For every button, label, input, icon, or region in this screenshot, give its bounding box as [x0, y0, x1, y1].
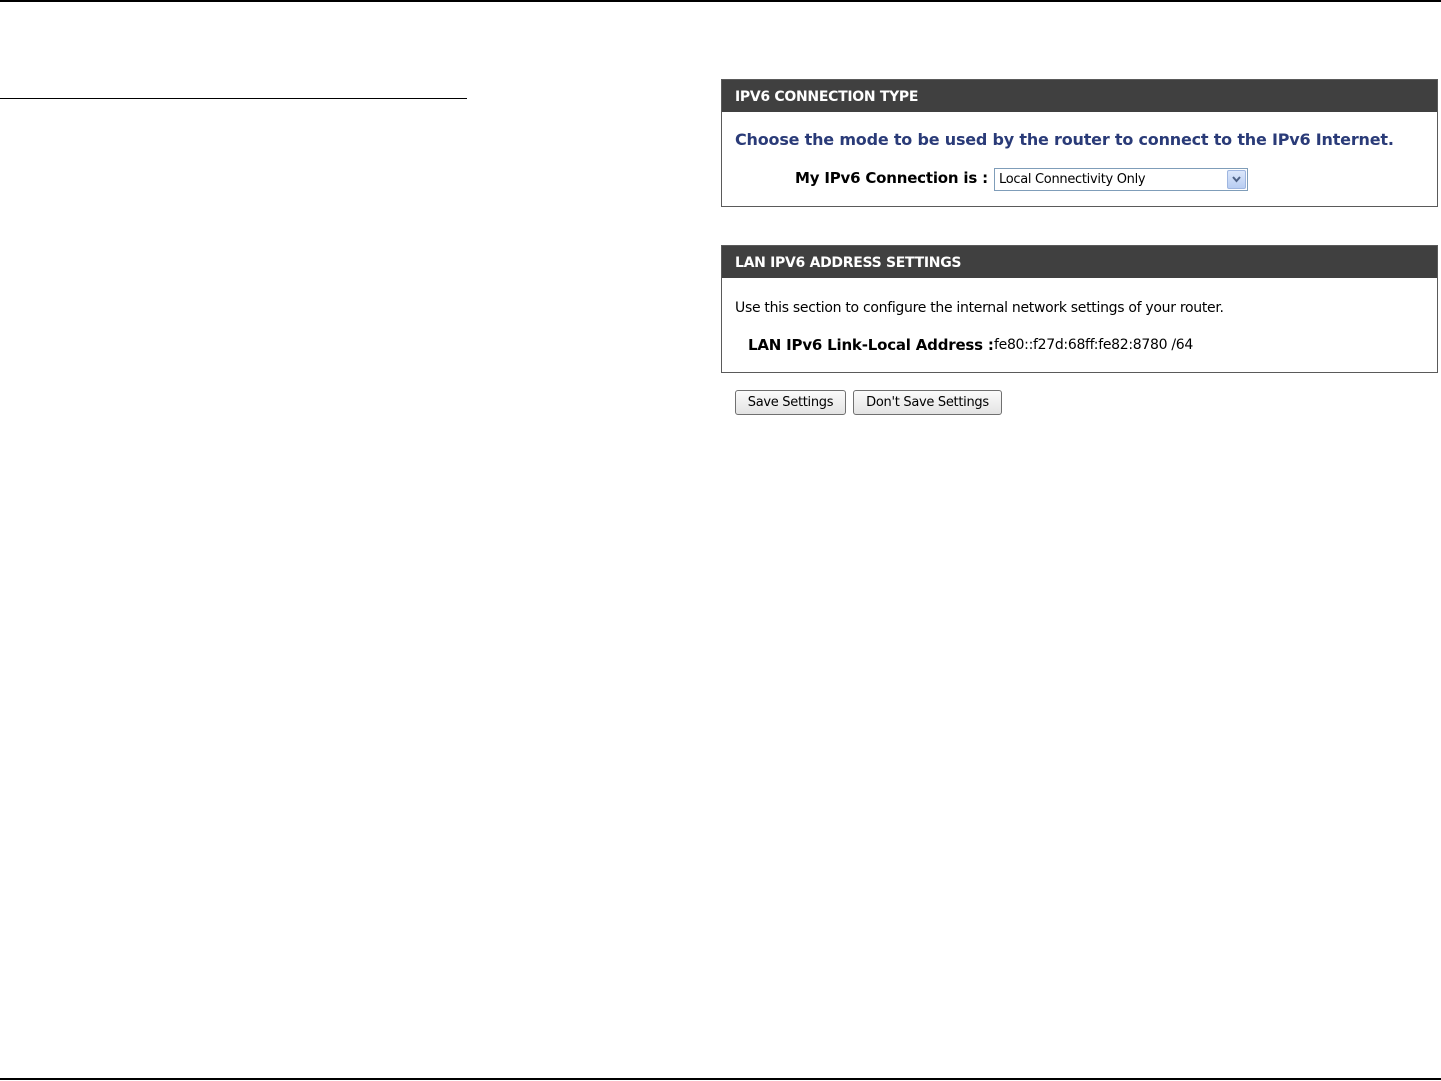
bottom-divider [0, 1078, 1441, 1080]
save-settings-button[interactable]: Save Settings [735, 390, 846, 415]
link-local-address-label: LAN IPv6 Link-Local Address : [748, 336, 994, 354]
connection-type-label: My IPv6 Connection is : [795, 169, 988, 187]
ipv6-connection-type-header: IPV6 CONNECTION TYPE [722, 80, 1437, 112]
link-local-address-value: fe80::f27d:68ff:fe82:8780 /64 [994, 337, 1194, 353]
page: IPV6 CONNECTION TYPE Choose the mode to … [0, 0, 1441, 1081]
connection-type-selected-value: Local Connectivity Only [999, 172, 1146, 187]
left-divider [0, 98, 467, 99]
lan-ipv6-address-settings-panel: LAN IPV6 ADDRESS SETTINGS Use this secti… [721, 245, 1438, 373]
ipv6-connection-type-panel: IPV6 CONNECTION TYPE Choose the mode to … [721, 79, 1438, 207]
lan-ipv6-address-settings-header: LAN IPV6 ADDRESS SETTINGS [722, 246, 1437, 278]
connection-intro-text: Choose the mode to be used by the router… [735, 130, 1394, 149]
top-divider [0, 0, 1441, 2]
dont-save-settings-button[interactable]: Don't Save Settings [853, 390, 1002, 415]
connection-type-select[interactable]: Local Connectivity Only [994, 168, 1248, 191]
lan-settings-intro-text: Use this section to configure the intern… [735, 300, 1224, 316]
chevron-down-icon[interactable] [1227, 170, 1246, 189]
